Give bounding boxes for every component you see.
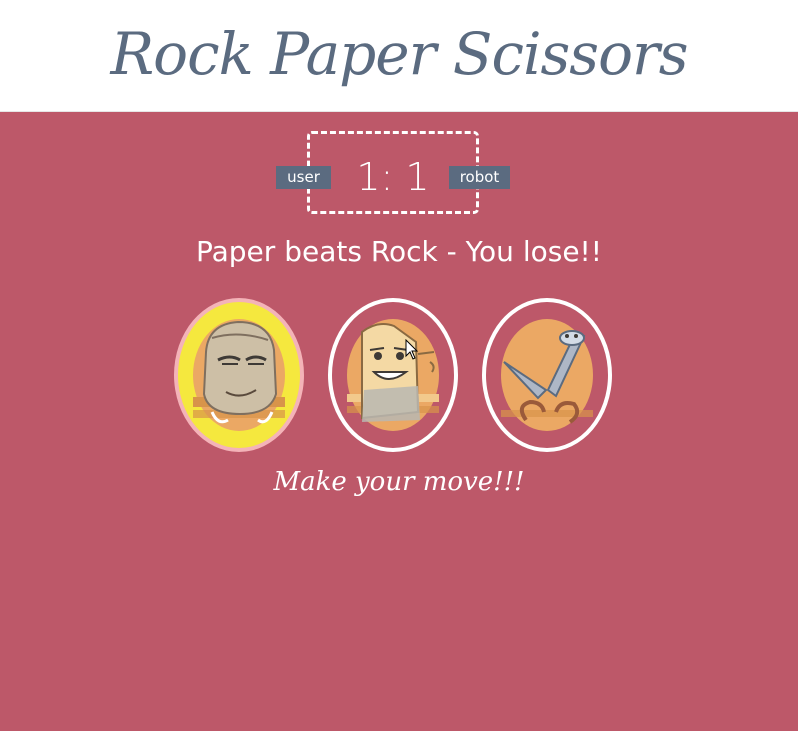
move-prompt: Make your move!!!	[273, 467, 525, 497]
paper-character-icon	[347, 319, 439, 431]
page-title: Rock Paper Scissors	[110, 20, 689, 88]
paper-choice-button[interactable]	[328, 298, 458, 452]
result-message: Paper beats Rock - You lose!!	[196, 235, 602, 268]
game-area: user 1: 1 robot Paper beats Rock - You l…	[0, 112, 798, 731]
header: Rock Paper Scissors	[0, 0, 798, 112]
rock-choice-button[interactable]	[174, 298, 304, 452]
scissors-character-icon	[501, 319, 593, 431]
scissors-choice-button[interactable]	[482, 298, 612, 452]
robot-label: robot	[449, 166, 510, 189]
rock-character-icon	[193, 319, 285, 431]
